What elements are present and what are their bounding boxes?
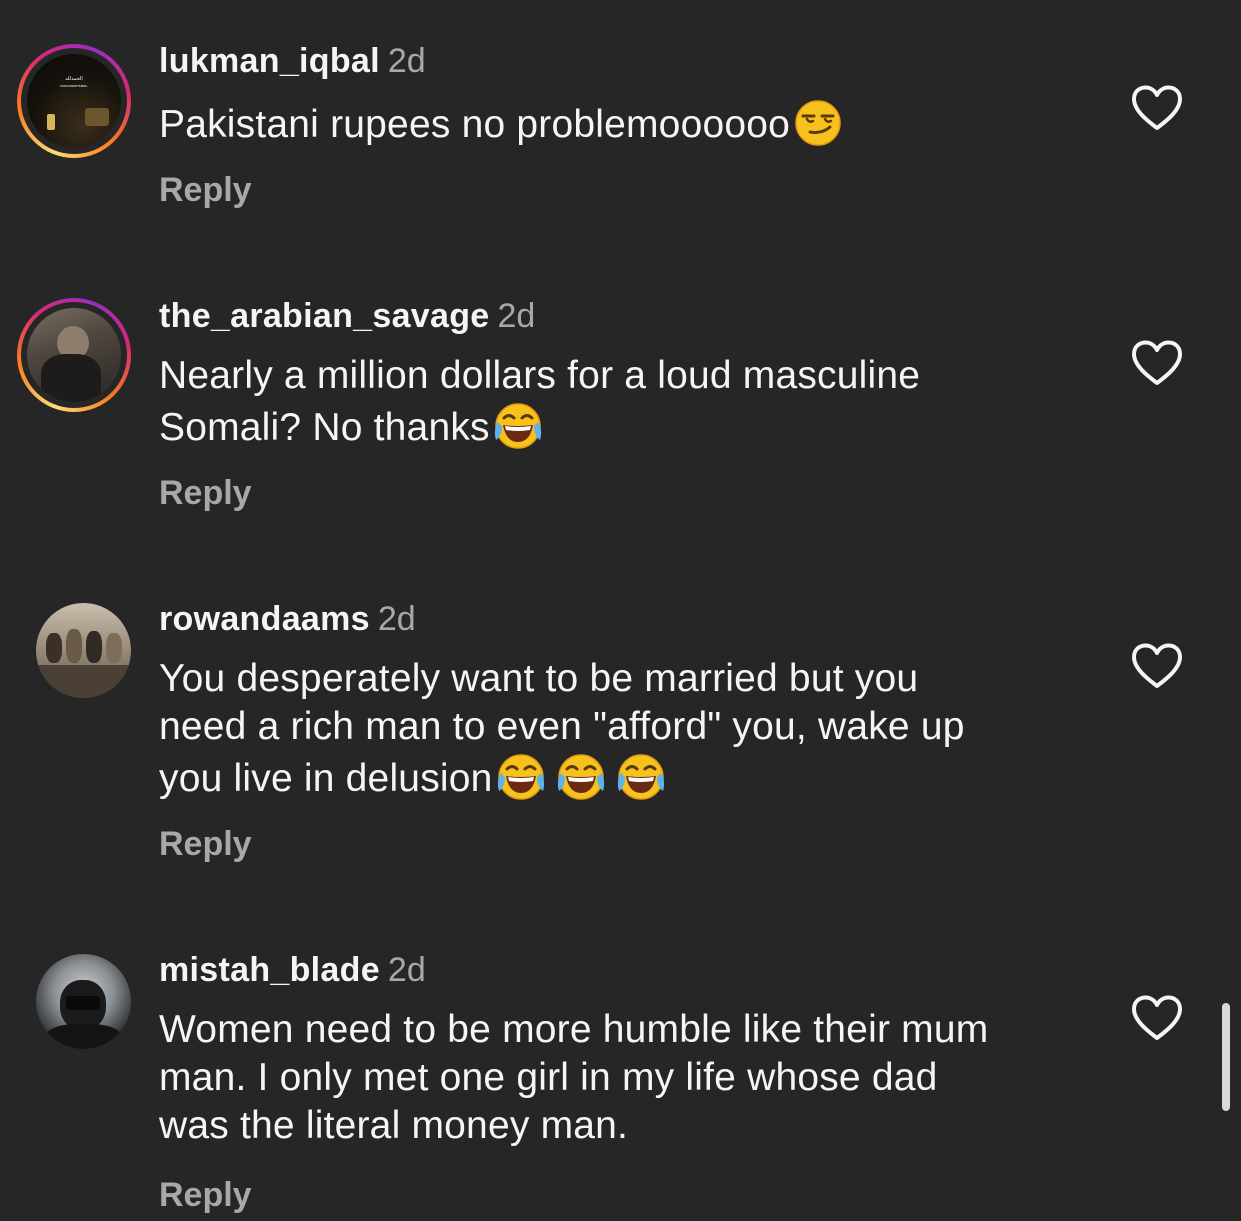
username[interactable]: rowandaams bbox=[159, 600, 370, 638]
avatar[interactable] bbox=[36, 603, 131, 698]
heart-icon[interactable] bbox=[1130, 642, 1184, 690]
timestamp: 2d bbox=[387, 951, 426, 989]
avatar-caption: FOR EVERYTHING. bbox=[60, 84, 88, 88]
comment-text: You desperately want to be married but y… bbox=[159, 655, 1099, 803]
comment-text: Pakistani rupees no problemoooooo bbox=[159, 97, 1099, 149]
reply-button[interactable]: Reply bbox=[159, 171, 252, 210]
laughing-face-icon bbox=[495, 751, 547, 803]
username[interactable]: the_arabian_savage bbox=[159, 297, 489, 335]
comment-text: Women need to be more humble like their … bbox=[159, 1008, 989, 1147]
laughing-face-icon bbox=[555, 751, 607, 803]
reply-button[interactable]: Reply bbox=[159, 1176, 252, 1215]
heart-icon[interactable] bbox=[1130, 339, 1184, 387]
heart-icon[interactable] bbox=[1130, 84, 1184, 132]
timestamp: 2d bbox=[497, 297, 536, 335]
username[interactable]: lukman_iqbal bbox=[159, 42, 380, 80]
comment-text: Nearly a million dollars for a loud masc… bbox=[159, 352, 1099, 452]
laughing-face-icon bbox=[615, 751, 667, 803]
reply-button[interactable]: Reply bbox=[159, 825, 252, 864]
avatar[interactable]: الحمدلله FOR EVERYTHING. bbox=[17, 44, 131, 158]
smirking-face-icon bbox=[792, 97, 844, 149]
heart-icon[interactable] bbox=[1130, 994, 1184, 1042]
avatar-caption: الحمدلله bbox=[65, 76, 83, 82]
reply-button[interactable]: Reply bbox=[159, 474, 252, 513]
timestamp: 2d bbox=[387, 42, 426, 80]
laughing-face-icon bbox=[492, 400, 544, 452]
username[interactable]: mistah_blade bbox=[159, 951, 380, 989]
scrollbar[interactable] bbox=[1222, 1003, 1230, 1111]
avatar[interactable] bbox=[36, 954, 131, 1049]
avatar[interactable] bbox=[17, 298, 131, 412]
timestamp: 2d bbox=[377, 600, 416, 638]
